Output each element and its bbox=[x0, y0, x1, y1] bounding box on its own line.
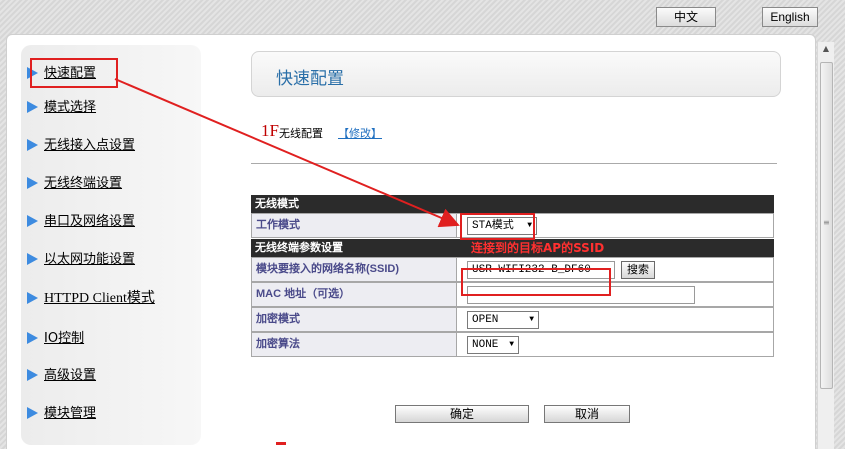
ssid-highlight bbox=[461, 268, 611, 296]
encrypt-alg-label: 加密算法 bbox=[252, 333, 457, 356]
sidebar-item-serial-network[interactable]: 串口及网络设置 bbox=[27, 211, 135, 233]
arrow-icon bbox=[27, 406, 38, 419]
vertical-scrollbar[interactable]: ▲ ≡ bbox=[817, 42, 834, 449]
arrow-icon bbox=[27, 176, 38, 189]
sidebar-item-mode-select[interactable]: 模式选择 bbox=[27, 97, 96, 119]
arrow-icon bbox=[27, 138, 38, 151]
step-number: 1F bbox=[261, 121, 279, 140]
ssid-annotation: 连接到的目标AP的SSID bbox=[471, 241, 605, 255]
sidebar-item-io-control[interactable]: IO控制 bbox=[27, 328, 84, 350]
mac-label: MAC 地址（可选） bbox=[252, 283, 457, 306]
content-frame: 快速配置 模式选择 无线接入点设置 无线终端设置 串口及网络设置 以太网功能设置… bbox=[6, 34, 816, 449]
sidebar-item-httpd-client[interactable]: HTTPD Client模式 bbox=[27, 288, 155, 310]
arrow-icon bbox=[27, 100, 38, 113]
ssid-label: 模块要接入的网络名称(SSID) bbox=[252, 258, 457, 281]
arrow-icon bbox=[27, 214, 38, 227]
page-title: 快速配置 bbox=[276, 69, 344, 89]
lang-zh-button[interactable]: 中文 bbox=[656, 7, 716, 27]
scroll-thumb[interactable]: ≡ bbox=[820, 62, 833, 389]
search-button[interactable]: 搜索 bbox=[621, 261, 655, 279]
arrow-icon bbox=[27, 252, 38, 265]
grip-icon: ≡ bbox=[823, 218, 830, 227]
encrypt-mode-label: 加密模式 bbox=[252, 308, 457, 331]
sidebar-item-advanced[interactable]: 高级设置 bbox=[27, 365, 96, 387]
sta-params-header: 无线终端参数设置 连接到的目标AP的SSID bbox=[251, 239, 774, 257]
arrow-icon bbox=[27, 368, 38, 381]
sidebar-item-ethernet[interactable]: 以太网功能设置 bbox=[27, 249, 135, 271]
scroll-up-icon[interactable]: ▲ bbox=[818, 44, 834, 53]
sidebar-item-ap-settings[interactable]: 无线接入点设置 bbox=[27, 135, 135, 157]
wireless-mode-header: 无线模式 bbox=[251, 195, 774, 213]
encrypt-alg-row: 加密算法 NONE ▼ bbox=[251, 332, 774, 357]
encrypt-mode-select[interactable]: OPEN ▼ bbox=[467, 311, 539, 329]
arrow-icon bbox=[27, 291, 38, 304]
divider bbox=[251, 163, 777, 164]
sidebar-item-module-manage[interactable]: 模块管理 bbox=[27, 403, 96, 425]
sidebar-item-sta-settings[interactable]: 无线终端设置 bbox=[27, 173, 122, 195]
encrypt-alg-select[interactable]: NONE ▼ bbox=[467, 336, 519, 354]
dropdown-arrow-icon: ▼ bbox=[529, 315, 534, 324]
dropdown-arrow-icon: ▼ bbox=[509, 340, 514, 349]
work-mode-label: 工作模式 bbox=[252, 214, 457, 237]
ok-button[interactable]: 确定 bbox=[395, 405, 529, 423]
arrow-icon bbox=[27, 331, 38, 344]
red-mark bbox=[276, 442, 286, 445]
page-title-box: 快速配置 bbox=[251, 51, 781, 97]
lang-en-button[interactable]: English bbox=[762, 7, 818, 27]
cancel-button[interactable]: 取消 bbox=[544, 405, 630, 423]
work-mode-highlight bbox=[460, 213, 535, 240]
quick-config-highlight bbox=[30, 58, 118, 88]
modify-link[interactable]: 【修改】 bbox=[338, 125, 382, 141]
encrypt-mode-row: 加密模式 OPEN ▼ bbox=[251, 307, 774, 332]
step-title: 无线配置 bbox=[279, 127, 323, 140]
